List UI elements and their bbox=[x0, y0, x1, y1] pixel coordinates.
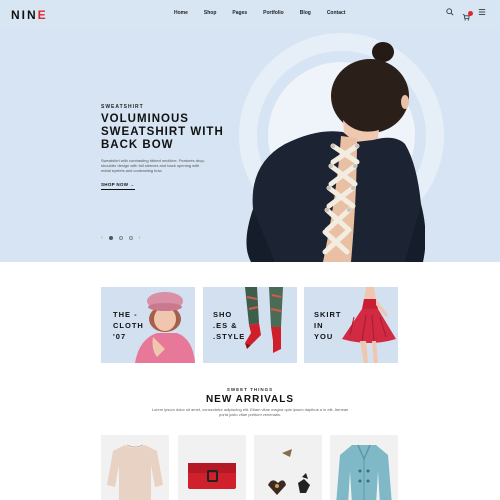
hero-title-line: VOLUMINOUS bbox=[101, 113, 189, 125]
hero-eyebrow: SWEATSHIRT bbox=[101, 104, 144, 110]
cart-badge bbox=[468, 11, 473, 16]
product-card-coat[interactable] bbox=[330, 435, 398, 500]
slider-controls: ‹ › bbox=[101, 235, 140, 241]
nav-item-shop[interactable]: Shop bbox=[204, 10, 217, 16]
category-label-line: .STYLE bbox=[213, 332, 246, 341]
category-cloth-image bbox=[135, 292, 195, 363]
arrow-right-icon: → bbox=[129, 182, 135, 187]
category-tiles: THE - CLOTH '07 SHO .ES & .STYLE SKIRT I… bbox=[101, 287, 398, 363]
sweater-image bbox=[107, 444, 163, 500]
logo-accent: E bbox=[37, 8, 48, 22]
product-card-brooches[interactable] bbox=[254, 435, 322, 500]
nav-item-home[interactable]: Home bbox=[174, 10, 188, 16]
search-icon[interactable] bbox=[446, 8, 454, 16]
arrivals-description: Lorem ipsum dolor sit amet, consectetur … bbox=[151, 407, 349, 417]
category-tile-skirt[interactable]: SKIRT IN YOU bbox=[304, 287, 398, 363]
category-label-line: YOU bbox=[314, 332, 334, 341]
category-tile-cloth[interactable]: THE - CLOTH '07 bbox=[101, 287, 195, 363]
hero-title: VOLUMINOUS SWEATSHIRT WITH BACK BOW bbox=[101, 113, 251, 152]
category-label-line: SKIRT bbox=[314, 310, 342, 319]
category-label-line: .ES & bbox=[213, 321, 238, 330]
product-grid bbox=[101, 435, 398, 500]
category-label-line: IN bbox=[314, 321, 324, 330]
category-shoes-image bbox=[245, 287, 283, 353]
arrivals-subtitle: SWEET THINGS bbox=[226, 387, 274, 392]
category-tile-shoes[interactable]: SHO .ES & .STYLE bbox=[203, 287, 297, 363]
hero-slider: SWEATSHIRT VOLUMINOUS SWEATSHIRT WITH BA… bbox=[0, 0, 500, 262]
main-nav: Home Shop Pages Portfolio Blog Contact bbox=[174, 10, 361, 16]
hero-model-image bbox=[246, 42, 425, 262]
menu-icon[interactable] bbox=[478, 8, 486, 16]
category-skirt-image bbox=[342, 287, 396, 363]
site-logo[interactable]: NINE bbox=[11, 8, 48, 22]
slider-dot-2[interactable] bbox=[118, 236, 123, 240]
nav-item-contact[interactable]: Contact bbox=[327, 10, 346, 16]
site-header: NINE Home Shop Pages Portfolio Blog Cont… bbox=[0, 0, 500, 28]
brooches-image bbox=[268, 449, 310, 495]
category-label-line: CLOTH bbox=[113, 321, 144, 330]
clutch-image bbox=[188, 463, 236, 489]
category-label-line: '07 bbox=[113, 332, 127, 341]
prev-arrow-icon[interactable]: ‹ bbox=[101, 235, 103, 241]
coat-image bbox=[336, 444, 392, 500]
category-label-line: THE - bbox=[113, 310, 138, 319]
category-label: SHO .ES & .STYLE bbox=[213, 309, 245, 342]
nav-item-pages[interactable]: Pages bbox=[232, 10, 247, 16]
hero-title-line: BACK BOW bbox=[101, 139, 174, 151]
shop-now-label: SHOP NOW bbox=[101, 182, 129, 187]
product-card-clutch[interactable] bbox=[178, 435, 246, 500]
category-label-line: SHO bbox=[213, 310, 233, 319]
arrivals-title: NEW ARRIVALS bbox=[205, 394, 295, 405]
next-arrow-icon[interactable]: › bbox=[139, 235, 141, 241]
hero-description: Sweatshirt with contrasting ribbed neckl… bbox=[101, 158, 206, 173]
hero-text-block: SWEATSHIRT VOLUMINOUS SWEATSHIRT WITH BA… bbox=[101, 104, 251, 191]
logo-text: NIN bbox=[11, 8, 38, 22]
slider-dot-1[interactable] bbox=[108, 236, 113, 240]
nav-item-blog[interactable]: Blog bbox=[300, 10, 311, 16]
category-label: SKIRT IN YOU bbox=[314, 309, 342, 342]
product-card-sweater[interactable] bbox=[101, 435, 169, 500]
shop-now-link[interactable]: SHOP NOW → bbox=[101, 182, 135, 190]
hero-title-line: SWEATSHIRT WITH bbox=[101, 126, 224, 138]
header-icons bbox=[446, 8, 486, 21]
slider-dot-3[interactable] bbox=[128, 236, 133, 240]
nav-item-portfolio[interactable]: Portfolio bbox=[263, 10, 284, 16]
cart-icon[interactable] bbox=[462, 8, 473, 21]
category-label: THE - CLOTH '07 bbox=[113, 309, 144, 342]
